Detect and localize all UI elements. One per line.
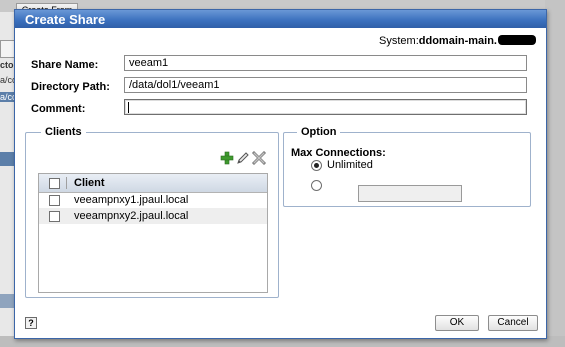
row-checkbox[interactable]	[49, 195, 60, 206]
directory-path-label: Directory Path:	[31, 81, 110, 93]
client-cell: veeampnxy2.jpaul.local	[74, 210, 189, 222]
cancel-button[interactable]: Cancel	[488, 315, 538, 331]
comment-input[interactable]	[124, 99, 527, 115]
select-all-checkbox[interactable]	[49, 178, 60, 189]
client-column-header: Client	[74, 177, 105, 189]
unlimited-label: Unlimited	[327, 159, 373, 171]
help-icon[interactable]: ?	[25, 317, 37, 329]
row-checkbox[interactable]	[49, 211, 60, 222]
table-row[interactable]: veeampnxy1.jpaul.local	[39, 192, 267, 208]
pencil-icon[interactable]	[236, 151, 250, 165]
custom-connections-radio[interactable]	[311, 180, 322, 191]
system-prefix: System:	[379, 35, 419, 47]
ok-button[interactable]: OK	[435, 315, 479, 331]
share-name-input[interactable]	[124, 55, 527, 71]
x-icon[interactable]	[252, 151, 266, 165]
share-name-label: Share Name:	[31, 59, 99, 71]
redacted-block	[498, 35, 536, 45]
clients-legend: Clients	[41, 126, 86, 138]
directory-path-input[interactable]	[124, 77, 527, 93]
table-header: Client	[39, 174, 267, 193]
system-host: ddomain-main.	[418, 35, 497, 47]
option-legend: Option	[297, 126, 341, 138]
dialog-title: Create Share	[25, 12, 106, 27]
text-caret	[128, 102, 129, 113]
background-right-panel	[545, 0, 565, 347]
comment-label: Comment:	[31, 103, 86, 115]
max-connections-label: Max Connections:	[291, 147, 386, 159]
clients-table: Client veeampnxy1.jpaul.local veeampnxy2…	[38, 173, 268, 293]
create-share-dialog: Create Share System:ddomain-main. Share …	[14, 9, 547, 339]
table-row[interactable]: veeampnxy2.jpaul.local	[39, 208, 267, 224]
plus-icon[interactable]	[220, 151, 234, 165]
client-cell: veeampnxy1.jpaul.local	[74, 194, 189, 206]
max-connections-input[interactable]	[358, 185, 462, 202]
system-info: System:ddomain-main.	[379, 35, 536, 47]
unlimited-radio[interactable]	[311, 160, 322, 171]
column-separator	[66, 177, 67, 189]
dialog-titlebar[interactable]: Create Share	[15, 10, 546, 28]
